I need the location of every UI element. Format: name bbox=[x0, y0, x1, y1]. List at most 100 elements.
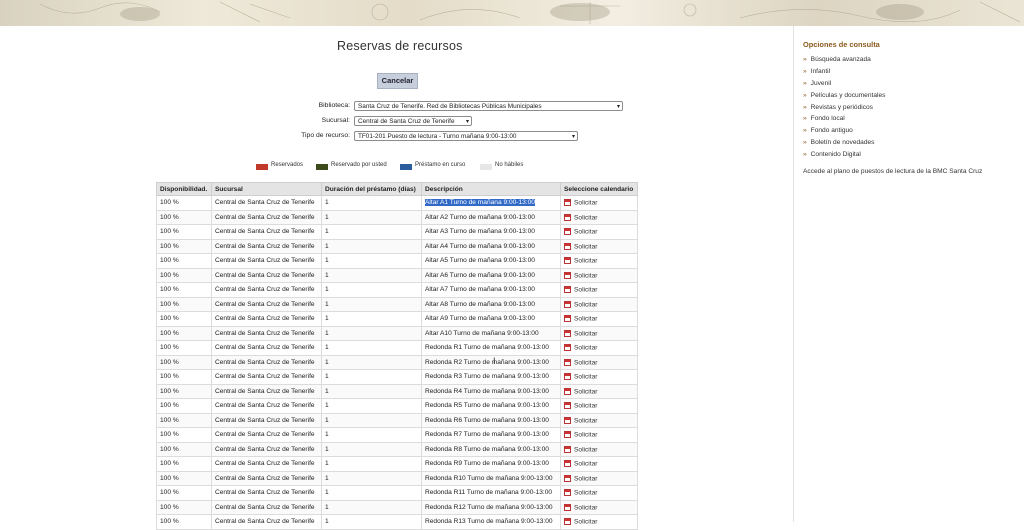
calendar-icon[interactable] bbox=[564, 402, 571, 410]
sidebar-item[interactable]: » Fondo antiguo bbox=[803, 127, 885, 139]
cell-duracion: 1 bbox=[321, 383, 422, 399]
cell-disponibilidad-text: 100 % bbox=[160, 213, 179, 221]
solicitar-link[interactable]: Solicitar bbox=[574, 373, 597, 380]
calendar-icon[interactable] bbox=[564, 315, 571, 323]
calendar-icon[interactable] bbox=[564, 416, 571, 424]
solicitar-link[interactable]: Solicitar bbox=[574, 330, 597, 337]
sidebar-item[interactable]: » Infantil bbox=[803, 68, 885, 80]
calendar-icon[interactable] bbox=[564, 460, 571, 468]
cell-disponibilidad: 100 % bbox=[156, 456, 212, 472]
cell-disponibilidad: 100 % bbox=[156, 296, 212, 312]
solicitar-link[interactable]: Solicitar bbox=[574, 417, 597, 424]
solicitar-link[interactable]: Solicitar bbox=[574, 402, 597, 409]
solicitar-link[interactable]: Solicitar bbox=[574, 286, 597, 293]
calendar-icon[interactable] bbox=[564, 431, 571, 439]
biblioteca-value: Santa Cruz de Tenerife. Red de Bibliotec… bbox=[358, 103, 542, 110]
sidebar-item[interactable]: » Búsqueda avanzada bbox=[803, 56, 885, 68]
cell-disponibilidad-text: 100 % bbox=[160, 329, 179, 337]
solicitar-link[interactable]: Solicitar bbox=[574, 344, 597, 351]
calendar-icon[interactable] bbox=[564, 474, 571, 482]
calendar-icon[interactable] bbox=[564, 329, 571, 337]
calendar-icon[interactable] bbox=[564, 213, 571, 221]
solicitar-link[interactable]: Solicitar bbox=[574, 315, 597, 322]
sidebar-item-label: Películas y documentales bbox=[810, 91, 886, 99]
cell-calendario: Solicitar bbox=[560, 224, 638, 240]
solicitar-link[interactable]: Solicitar bbox=[574, 243, 597, 250]
cell-disponibilidad: 100 % bbox=[156, 311, 212, 327]
cell-sucursal: Central de Santa Cruz de Tenerife bbox=[211, 383, 322, 399]
cell-disponibilidad: 100 % bbox=[156, 441, 212, 457]
calendar-icon[interactable] bbox=[564, 387, 571, 395]
solicitar-link[interactable]: Solicitar bbox=[574, 228, 597, 235]
table-row: 100 % Central de Santa Cruz de Tenerife 1 R… bbox=[156, 456, 638, 472]
solicitar-link[interactable]: Solicitar bbox=[574, 214, 597, 221]
plan-link[interactable]: Accede al plano de puestos de lectura de… bbox=[803, 168, 982, 175]
cell-disponibilidad-text: 100 % bbox=[160, 228, 179, 236]
cell-duracion-text: 1 bbox=[325, 315, 329, 323]
calendar-icon[interactable] bbox=[564, 373, 571, 381]
calendar-icon[interactable] bbox=[564, 503, 571, 511]
cancel-button[interactable]: Cancelar bbox=[377, 73, 418, 89]
sucursal-select[interactable]: Central de Santa Cruz de Tenerife ▾ bbox=[354, 116, 472, 126]
cell-sucursal: Central de Santa Cruz de Tenerife bbox=[211, 456, 322, 472]
sidebar-item[interactable]: » Juvenil bbox=[803, 80, 885, 92]
cell-descripcion: Altar A10 Turno de mañana 9:00-13:00 bbox=[421, 325, 561, 341]
solicitar-link[interactable]: Solicitar bbox=[574, 489, 597, 496]
calendar-icon[interactable] bbox=[564, 358, 571, 366]
calendar-icon[interactable] bbox=[564, 344, 571, 352]
calendar-icon[interactable] bbox=[564, 257, 571, 265]
calendar-icon[interactable] bbox=[564, 489, 571, 497]
solicitar-link[interactable]: Solicitar bbox=[574, 257, 597, 264]
calendar-icon[interactable] bbox=[564, 228, 571, 236]
calendar-icon[interactable] bbox=[564, 286, 571, 294]
cell-descripcion: Redonda R8 Turno de mañana 9:00-13:00 bbox=[421, 441, 561, 457]
cell-calendario: Solicitar bbox=[560, 325, 638, 341]
sidebar-item[interactable]: » Contenido Digital bbox=[803, 151, 885, 163]
cell-sucursal-text: Central de Santa Cruz de Tenerife bbox=[215, 213, 315, 221]
solicitar-link[interactable]: Solicitar bbox=[574, 460, 597, 467]
calendar-icon[interactable] bbox=[564, 242, 571, 250]
cell-sucursal: Central de Santa Cruz de Tenerife bbox=[211, 499, 322, 515]
cell-descripcion: Altar A3 Turno de mañana 9:00-13:00 bbox=[421, 224, 561, 240]
cell-disponibilidad-text: 100 % bbox=[160, 416, 179, 424]
cell-disponibilidad: 100 % bbox=[156, 369, 212, 385]
table-row: 100 % Central de Santa Cruz de Tenerife 1 R… bbox=[156, 340, 638, 356]
table-row: 100 % Central de Santa Cruz de Tenerife 1 R… bbox=[156, 441, 638, 457]
solicitar-link[interactable]: Solicitar bbox=[574, 475, 597, 482]
cell-disponibilidad: 100 % bbox=[156, 325, 212, 341]
solicitar-link[interactable]: Solicitar bbox=[574, 446, 597, 453]
calendar-icon[interactable] bbox=[564, 445, 571, 453]
solicitar-link[interactable]: Solicitar bbox=[574, 272, 597, 279]
cell-duracion-text: 1 bbox=[325, 402, 329, 410]
cell-descripcion-text: Altar A9 Turno de mañana 9:00-13:00 bbox=[425, 315, 535, 323]
cell-sucursal: Central de Santa Cruz de Tenerife bbox=[211, 427, 322, 443]
cell-descripcion: Redonda R3 Turno de mañana 9:00-13:00 bbox=[421, 369, 561, 385]
cell-disponibilidad-text: 100 % bbox=[160, 460, 179, 468]
cell-descripcion: Altar A8 Turno de mañana 9:00-13:00 bbox=[421, 296, 561, 312]
sidebar-item[interactable]: » Revistas y periódicos bbox=[803, 104, 885, 116]
cell-duracion: 1 bbox=[321, 267, 422, 283]
cell-sucursal: Central de Santa Cruz de Tenerife bbox=[211, 296, 322, 312]
solicitar-link[interactable]: Solicitar bbox=[574, 431, 597, 438]
sidebar-item[interactable]: » Boletín de novedades bbox=[803, 139, 885, 151]
cell-sucursal-text: Central de Santa Cruz de Tenerife bbox=[215, 242, 315, 250]
sidebar-item[interactable]: » Fondo local bbox=[803, 115, 885, 127]
solicitar-link[interactable]: Solicitar bbox=[574, 504, 597, 511]
solicitar-link[interactable]: Solicitar bbox=[574, 359, 597, 366]
biblioteca-select[interactable]: Santa Cruz de Tenerife. Red de Bibliotec… bbox=[354, 101, 623, 111]
cell-sucursal: Central de Santa Cruz de Tenerife bbox=[211, 195, 322, 211]
tipo-recurso-select[interactable]: TF01-201 Puesto de lectura - Turno mañan… bbox=[354, 131, 578, 141]
sidebar-item-label: Boletín de novedades bbox=[810, 139, 875, 147]
calendar-icon[interactable] bbox=[564, 300, 571, 308]
solicitar-link[interactable]: Solicitar bbox=[574, 388, 597, 395]
sidebar-item-label: Juvenil bbox=[810, 79, 832, 87]
cell-sucursal-text: Central de Santa Cruz de Tenerife bbox=[215, 257, 315, 265]
solicitar-link[interactable]: Solicitar bbox=[574, 301, 597, 308]
cell-disponibilidad: 100 % bbox=[156, 340, 212, 356]
calendar-icon[interactable] bbox=[564, 271, 571, 279]
cell-descripcion-text: Redonda R2 Turno de mañana 9:00-13:00 bbox=[425, 358, 549, 366]
solicitar-link[interactable]: Solicitar bbox=[574, 199, 597, 206]
calendar-icon[interactable] bbox=[564, 199, 571, 207]
cell-duracion-text: 1 bbox=[325, 460, 329, 468]
sidebar-item[interactable]: » Películas y documentales bbox=[803, 92, 885, 104]
